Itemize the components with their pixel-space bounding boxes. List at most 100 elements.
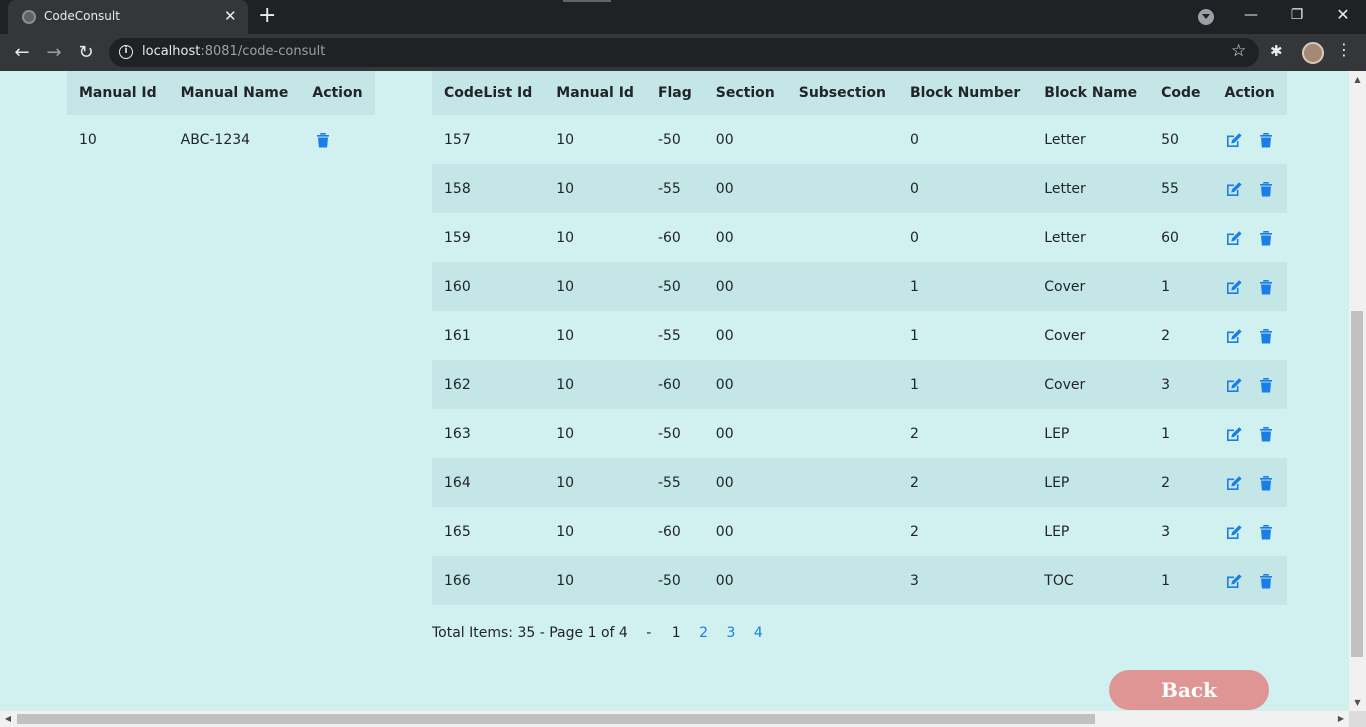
table-row[interactable]: 161 10 -55 00 1 Cover 2: [432, 311, 1287, 360]
table-row[interactable]: 157 10 -50 00 0 Letter 50: [432, 115, 1287, 164]
column-header: Action: [1212, 71, 1287, 115]
subsection-cell: [786, 213, 899, 262]
page-2-link[interactable]: 2: [699, 625, 708, 641]
codelist-id-cell: 161: [432, 311, 545, 360]
codelist-id-cell: 157: [432, 115, 545, 164]
window-restore-button[interactable]: ❐: [1282, 5, 1312, 25]
page-3-link[interactable]: 3: [727, 625, 736, 641]
browser-menu-icon[interactable]: ⋮: [1336, 40, 1352, 59]
bookmark-star-icon[interactable]: ☆: [1231, 41, 1246, 61]
block-name-cell: Letter: [1032, 164, 1150, 213]
back-button[interactable]: Back: [1109, 670, 1269, 710]
table-row[interactable]: 159 10 -60 00 0 Letter 60: [432, 213, 1287, 262]
edit-icon[interactable]: [1225, 328, 1243, 344]
table-row[interactable]: 10 ABC-1234: [67, 115, 375, 164]
table-row[interactable]: 164 10 -55 00 2 LEP 2: [432, 458, 1287, 507]
trash-icon[interactable]: [1259, 132, 1273, 148]
scroll-right-arrow-icon[interactable]: ▶: [1333, 711, 1349, 727]
site-info-icon[interactable]: i: [119, 45, 133, 59]
vertical-scrollbar[interactable]: ▲ ▼: [1349, 71, 1366, 711]
forward-arrow-icon[interactable]: →: [41, 40, 67, 66]
scroll-down-arrow-icon[interactable]: ▼: [1349, 694, 1366, 711]
trash-icon[interactable]: [316, 132, 330, 148]
codelist-table: CodeList Id Manual Id Flag Section Subse…: [432, 71, 1287, 605]
section-cell: 00: [703, 164, 787, 213]
flag-cell: -60: [645, 360, 704, 409]
column-header: Flag: [645, 71, 704, 115]
browser-toolbar: ← → ↻ i localhost:8081/code-consult ☆ ✱ …: [0, 34, 1366, 71]
block-name-cell: TOC: [1032, 556, 1150, 605]
trash-icon[interactable]: [1259, 524, 1273, 540]
tab-close-icon[interactable]: ✕: [224, 7, 237, 25]
table-row[interactable]: 160 10 -50 00 1 Cover 1: [432, 262, 1287, 311]
new-tab-button[interactable]: +: [258, 4, 276, 28]
trash-icon[interactable]: [1259, 279, 1273, 295]
trash-icon[interactable]: [1259, 377, 1273, 393]
table-row[interactable]: 165 10 -60 00 2 LEP 3: [432, 507, 1287, 556]
back-arrow-icon[interactable]: ←: [9, 40, 35, 66]
action-cell: [1212, 507, 1287, 556]
edit-icon[interactable]: [1225, 230, 1243, 246]
edit-icon[interactable]: [1225, 426, 1243, 442]
code-cell: 55: [1149, 164, 1213, 213]
manual-id-cell: 10: [67, 115, 169, 164]
column-header: Block Name: [1032, 71, 1150, 115]
trash-icon[interactable]: [1259, 230, 1273, 246]
manual-id-cell: 10: [544, 409, 646, 458]
page-4-link[interactable]: 4: [754, 625, 763, 641]
trash-icon[interactable]: [1259, 573, 1273, 589]
extensions-puzzle-icon[interactable]: ✱: [1270, 42, 1283, 60]
action-cell: [1212, 115, 1287, 164]
edit-icon[interactable]: [1225, 573, 1243, 589]
table-row[interactable]: 163 10 -50 00 2 LEP 1: [432, 409, 1287, 458]
edit-icon[interactable]: [1225, 132, 1243, 148]
manual-id-cell: 10: [544, 213, 646, 262]
block-number-cell: 3: [898, 556, 1033, 605]
block-name-cell: Letter: [1032, 115, 1150, 164]
manual-name-cell: ABC-1234: [168, 115, 301, 164]
window-close-button[interactable]: ✕: [1328, 5, 1358, 25]
trash-icon[interactable]: [1259, 328, 1273, 344]
subsection-cell: [786, 556, 899, 605]
reload-icon[interactable]: ↻: [73, 40, 99, 66]
manual-id-cell: 10: [544, 115, 646, 164]
table-row[interactable]: 162 10 -60 00 1 Cover 3: [432, 360, 1287, 409]
action-cell: [300, 115, 375, 164]
block-name-cell: Letter: [1032, 213, 1150, 262]
profile-avatar[interactable]: [1302, 42, 1324, 64]
subsection-cell: [786, 458, 899, 507]
section-cell: 00: [703, 115, 787, 164]
horizontal-scrollbar[interactable]: ◀ ▶: [0, 711, 1349, 727]
address-bar[interactable]: i localhost:8081/code-consult ☆: [109, 38, 1259, 67]
table-row[interactable]: 166 10 -50 00 3 TOC 1: [432, 556, 1287, 605]
subsection-cell: [786, 262, 899, 311]
trash-icon[interactable]: [1259, 181, 1273, 197]
window-drag-indicator: [563, 0, 611, 2]
flag-cell: -50: [645, 409, 704, 458]
manual-id-cell: 10: [544, 556, 646, 605]
table-row[interactable]: 158 10 -55 00 0 Letter 55: [432, 164, 1287, 213]
manual-id-cell: 10: [544, 311, 646, 360]
tab-search-icon[interactable]: [1198, 9, 1214, 25]
horizontal-scroll-thumb[interactable]: [17, 714, 1095, 724]
scroll-up-arrow-icon[interactable]: ▲: [1349, 71, 1366, 88]
subsection-cell: [786, 115, 899, 164]
edit-icon[interactable]: [1225, 279, 1243, 295]
browser-tab[interactable]: CodeConsult ✕: [8, 0, 248, 34]
trash-icon[interactable]: [1259, 426, 1273, 442]
vertical-scroll-thumb[interactable]: [1351, 311, 1363, 657]
window-minimize-button[interactable]: —: [1236, 5, 1266, 25]
edit-icon[interactable]: [1225, 475, 1243, 491]
block-number-cell: 2: [898, 507, 1033, 556]
trash-icon[interactable]: [1259, 475, 1273, 491]
edit-icon[interactable]: [1225, 524, 1243, 540]
column-header: Action: [300, 71, 375, 115]
url-text[interactable]: localhost:8081/code-consult: [142, 44, 325, 59]
flag-cell: -60: [645, 213, 704, 262]
subsection-cell: [786, 311, 899, 360]
block-number-cell: 0: [898, 115, 1033, 164]
code-cell: 1: [1149, 409, 1213, 458]
edit-icon[interactable]: [1225, 181, 1243, 197]
scroll-left-arrow-icon[interactable]: ◀: [0, 711, 16, 727]
edit-icon[interactable]: [1225, 377, 1243, 393]
